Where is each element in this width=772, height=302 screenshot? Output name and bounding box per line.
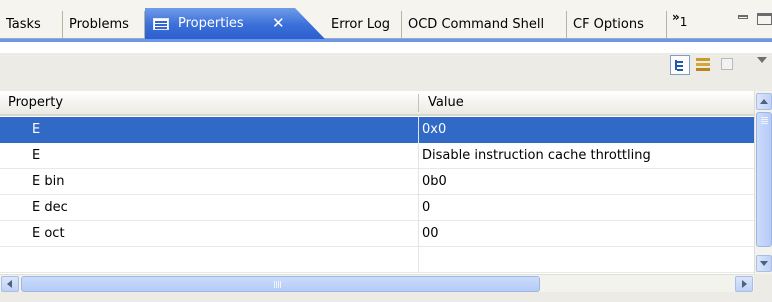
property-value[interactable]: 0 [422, 195, 430, 221]
table-row[interactable]: E dec 0 [0, 195, 754, 221]
property-value[interactable]: Disable instruction cache throttling [422, 143, 651, 169]
property-name: E [32, 148, 41, 163]
arrow-left-icon [7, 280, 12, 288]
vertical-scroll-thumb[interactable] [756, 112, 772, 247]
tab-label: Tasks [6, 17, 41, 32]
show-advanced-icon[interactable] [694, 55, 714, 75]
table-header: Property Value [0, 91, 754, 116]
show-categories-icon[interactable] [670, 55, 690, 75]
properties-view: Tasks Problems Properties ✕ Error Log OC… [0, 0, 772, 302]
tab-strip: Tasks Problems Properties ✕ Error Log OC… [0, 0, 772, 39]
arrow-up-icon [760, 99, 768, 104]
tab-tasks[interactable]: Tasks [0, 11, 63, 38]
table-row[interactable]: E 0x0 [0, 117, 754, 143]
scroll-left-button[interactable] [1, 276, 19, 292]
close-icon[interactable]: ✕ [272, 8, 285, 38]
scroll-down-button[interactable] [756, 255, 772, 272]
property-table: E 0x0 E Disable instruction cache thrott… [0, 117, 754, 273]
tab-ocd-command-shell[interactable]: OCD Command Shell [402, 11, 567, 38]
property-value[interactable]: 0b0 [422, 169, 447, 195]
horizontal-scrollbar[interactable] [0, 274, 754, 292]
column-header-value[interactable]: Value [428, 91, 464, 114]
properties-icon [153, 18, 169, 30]
chevron-icon: » [672, 10, 680, 24]
tab-cf-options[interactable]: CF Options [567, 11, 667, 38]
arrow-right-icon [742, 280, 747, 288]
column-divider[interactable] [418, 94, 419, 112]
tab-properties[interactable]: Properties ✕ [145, 8, 325, 39]
column-separator [418, 117, 419, 273]
scroll-right-button[interactable] [735, 276, 753, 292]
table-row[interactable]: E oct 00 [0, 221, 754, 247]
property-name: E oct [32, 226, 65, 241]
horizontal-scroll-thumb[interactable] [21, 276, 540, 292]
property-name: E [32, 122, 41, 137]
column-header-property[interactable]: Property [8, 91, 63, 114]
property-value[interactable]: 00 [422, 221, 439, 247]
tab-label: Error Log [331, 17, 391, 32]
overflow-count: 1 [679, 15, 688, 29]
overflow-tabs-button[interactable]: »1 [672, 10, 687, 29]
arrow-down-icon [760, 261, 768, 266]
tab-problems[interactable]: Problems [63, 11, 145, 38]
scrollbar-corner [754, 274, 772, 292]
view-menu-icon[interactable] [757, 57, 767, 63]
table-row[interactable]: E Disable instruction cache throttling [0, 143, 754, 169]
minimize-icon[interactable] [738, 15, 748, 19]
property-name: E dec [32, 200, 68, 215]
view-toolbar [0, 39, 772, 92]
tab-label: Problems [69, 17, 129, 32]
scroll-up-button[interactable] [756, 93, 772, 110]
bottom-border [0, 292, 772, 302]
table-row[interactable]: E bin 0b0 [0, 169, 754, 195]
maximize-icon[interactable] [757, 13, 772, 25]
tab-error-log[interactable]: Error Log [325, 11, 402, 38]
property-name: E bin [32, 174, 65, 189]
vertical-scrollbar[interactable] [754, 91, 772, 274]
restore-default-icon[interactable] [718, 55, 738, 75]
tab-label: CF Options [573, 17, 644, 32]
tab-label: OCD Command Shell [408, 17, 545, 32]
table-row[interactable] [0, 247, 754, 273]
tab-label: Properties [178, 16, 244, 31]
property-value[interactable]: 0x0 [422, 117, 446, 143]
